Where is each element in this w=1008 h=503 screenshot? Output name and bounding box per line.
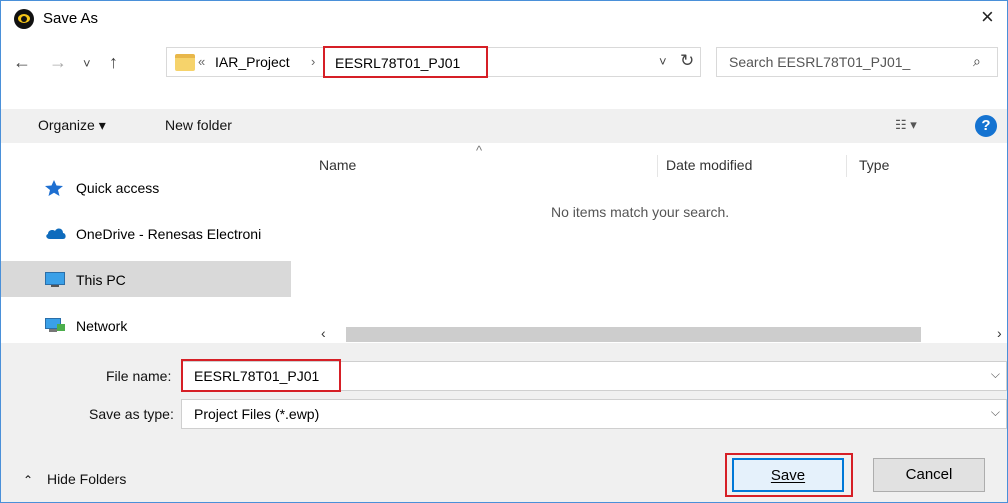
column-header-type[interactable]: Type bbox=[859, 157, 889, 173]
computer-icon bbox=[45, 272, 65, 291]
scroll-right-icon[interactable]: › bbox=[997, 325, 1002, 341]
column-header-name[interactable]: Name bbox=[319, 157, 356, 173]
refresh-icon[interactable]: ↻ bbox=[680, 51, 694, 71]
sidebar-item-network[interactable]: Network bbox=[1, 307, 291, 343]
sidebar-item-label: Network bbox=[76, 318, 128, 334]
sidebar-item-label: Quick access bbox=[76, 180, 160, 196]
app-eye-icon bbox=[14, 9, 34, 29]
breadcrumb-parent-folder[interactable]: IAR_Project bbox=[215, 54, 290, 70]
cloud-icon bbox=[45, 226, 67, 243]
sort-ascending-icon: ^ bbox=[476, 143, 483, 158]
search-icon[interactable]: ⌕ bbox=[973, 53, 981, 70]
column-divider[interactable] bbox=[846, 155, 847, 177]
save-as-dialog: Save As × ← → ˅ ↑ « IAR_Project › EESRL7… bbox=[0, 0, 1008, 503]
command-toolbar: Organize ▾ New folder ☷ ▾ ? bbox=[1, 109, 1007, 143]
organize-menu-button[interactable]: Organize ▾ bbox=[38, 117, 106, 134]
navigation-pane: Quick access OneDrive - Renesas Electron… bbox=[1, 143, 291, 343]
chevron-up-icon: ⌃ bbox=[23, 473, 34, 487]
chevron-down-icon[interactable]: ⌵ bbox=[991, 367, 1000, 382]
scroll-left-icon[interactable]: ‹ bbox=[321, 325, 326, 341]
save-as-type-value: Project Files (*.ewp) bbox=[194, 406, 320, 422]
close-icon[interactable]: × bbox=[981, 5, 994, 29]
column-divider[interactable] bbox=[657, 155, 658, 177]
title-bar: Save As × bbox=[1, 1, 1007, 37]
back-arrow-icon[interactable]: ← bbox=[13, 51, 31, 73]
address-dropdown-icon[interactable]: ˅ bbox=[659, 54, 667, 69]
horizontal-scrollbar[interactable]: ‹ › bbox=[321, 325, 1007, 342]
up-arrow-icon[interactable]: ↑ bbox=[109, 51, 118, 73]
star-icon bbox=[45, 180, 63, 199]
sidebar-item-this-pc[interactable]: This PC bbox=[1, 261, 291, 297]
hide-folders-label: Hide Folders bbox=[46, 471, 127, 487]
forward-arrow-icon[interactable]: → bbox=[49, 51, 67, 73]
file-list-pane: Name ^ Date modified Type No items match… bbox=[291, 143, 1007, 343]
file-name-highlight-box bbox=[181, 359, 341, 392]
file-name-label: File name: bbox=[106, 368, 172, 384]
window-title: Save As bbox=[43, 10, 99, 27]
column-header-date-modified[interactable]: Date modified bbox=[666, 157, 752, 173]
sidebar-item-quick-access[interactable]: Quick access bbox=[1, 169, 291, 205]
empty-list-message: No items match your search. bbox=[551, 204, 730, 220]
scrollbar-thumb[interactable] bbox=[346, 327, 921, 342]
save-as-type-label: Save as type: bbox=[89, 406, 174, 422]
view-options-icon[interactable]: ☷ ▾ bbox=[895, 117, 917, 133]
new-folder-button[interactable]: New folder bbox=[165, 117, 232, 133]
breadcrumb-current-folder[interactable]: EESRL78T01_PJ01 bbox=[323, 46, 488, 78]
help-icon[interactable]: ? bbox=[975, 115, 997, 137]
search-placeholder: Search EESRL78T01_PJ01_ bbox=[729, 54, 911, 70]
sidebar-item-label: This PC bbox=[76, 272, 126, 288]
chevron-down-icon[interactable]: ⌵ bbox=[991, 405, 1000, 420]
recent-locations-chevron-icon[interactable]: ˅ bbox=[83, 53, 91, 75]
network-icon bbox=[45, 318, 65, 337]
hide-folders-button[interactable]: ⌃ Hide Folders bbox=[23, 471, 126, 487]
navigation-bar: ← → ˅ ↑ « IAR_Project › EESRL78T01_PJ01 … bbox=[1, 45, 1007, 81]
search-input[interactable]: Search EESRL78T01_PJ01_ ⌕ bbox=[716, 47, 998, 77]
sidebar-item-onedrive[interactable]: OneDrive - Renesas Electroni bbox=[1, 215, 291, 251]
save-options-panel: File name: EESRL78T01_PJ01 ⌵ Save as typ… bbox=[1, 343, 1007, 502]
breadcrumb-separator-icon[interactable]: › bbox=[311, 54, 315, 69]
folder-icon bbox=[175, 54, 195, 71]
save-as-type-select[interactable]: Project Files (*.ewp) ⌵ bbox=[181, 399, 1007, 429]
cancel-button[interactable]: Cancel bbox=[873, 458, 985, 492]
save-highlight-box bbox=[725, 453, 853, 497]
address-bar[interactable]: « IAR_Project › EESRL78T01_PJ01 ˅ ↻ bbox=[166, 46, 701, 78]
overflow-chevron-icon[interactable]: « bbox=[198, 54, 205, 69]
sidebar-item-label: OneDrive - Renesas Electroni bbox=[76, 226, 262, 242]
